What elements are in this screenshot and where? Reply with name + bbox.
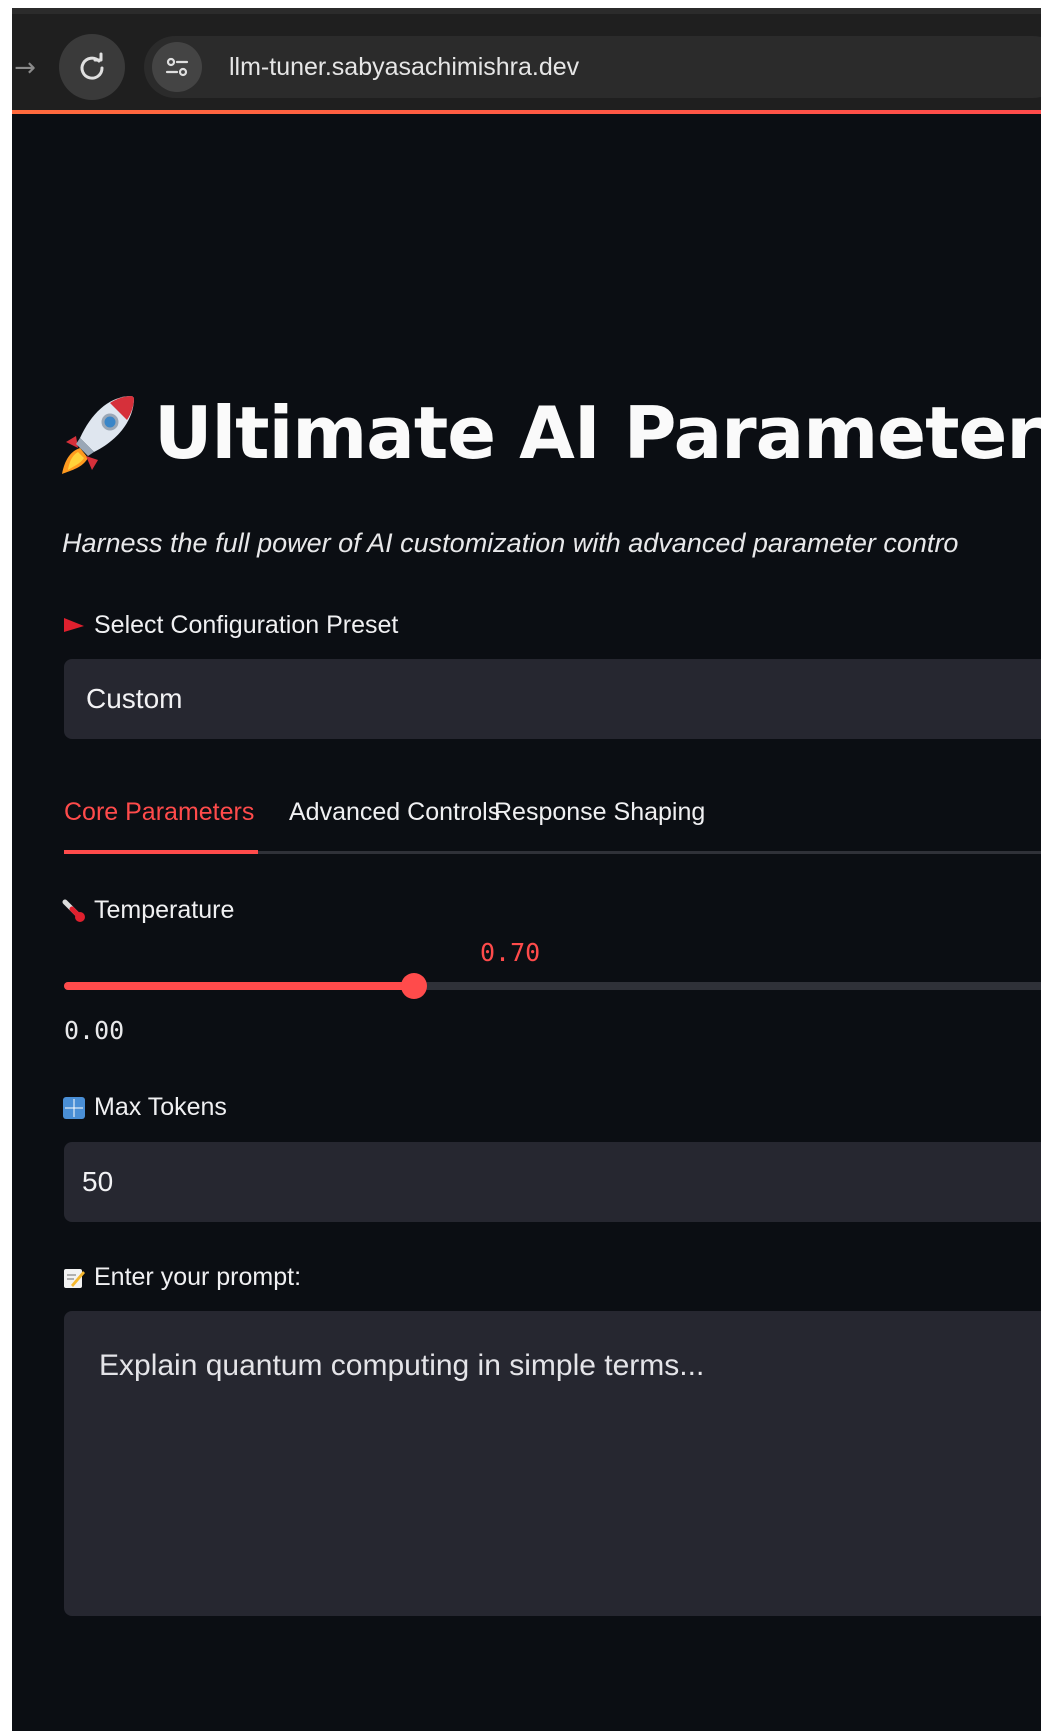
address-bar[interactable]: llm-tuner.sabyasachimishra.dev <box>144 36 1041 98</box>
tune-icon <box>165 57 189 77</box>
prompt-label-text: Enter your prompt: <box>94 1263 302 1291</box>
header-accent-line <box>12 110 1041 114</box>
page-title: Ultimate AI Parameter <box>58 383 1041 483</box>
temperature-slider-fill <box>64 982 414 990</box>
page-subtitle: Harness the full power of AI customizati… <box>62 528 959 558</box>
preset-label-text: Select Configuration Preset <box>94 611 399 639</box>
prompt-textarea[interactable]: Explain quantum computing in simple term… <box>64 1311 1041 1616</box>
tab-core-parameters[interactable]: Core Parameters <box>64 784 254 844</box>
tab-bar: Core Parameters Advanced Controls Respon… <box>64 784 1041 856</box>
active-tab-indicator <box>64 850 258 854</box>
red-flag-icon <box>64 617 84 632</box>
prompt-label: Enter your prompt: <box>62 1263 301 1292</box>
forward-arrow-icon[interactable]: → <box>12 48 38 88</box>
max-tokens-label-text: Max Tokens <box>94 1093 227 1121</box>
numbers-icon <box>63 1096 85 1119</box>
temperature-slider-thumb[interactable] <box>401 973 427 999</box>
memo-icon <box>64 1268 85 1288</box>
browser-toolbar: → llm-tuner.sabyasachimishra.dev <box>12 8 1041 110</box>
max-tokens-label: Max Tokens <box>62 1093 227 1122</box>
reload-icon <box>80 52 104 80</box>
temperature-min-label: 0.00 <box>64 1016 125 1045</box>
temperature-label: Temperature <box>62 896 234 925</box>
max-tokens-input[interactable]: 50 <box>64 1142 1041 1222</box>
temperature-value: 0.70 <box>480 938 541 967</box>
preset-select[interactable]: Custom <box>64 659 1041 739</box>
page-title-text: Ultimate AI Parameter <box>154 391 1041 475</box>
screenshot-frame: → llm-tuner.sabyasachimishra.dev Ultimat… <box>0 0 1041 1731</box>
reload-button[interactable] <box>59 34 125 100</box>
tab-advanced-controls[interactable]: Advanced Controls <box>289 784 500 844</box>
temperature-label-text: Temperature <box>94 896 235 924</box>
tab-response-shaping[interactable]: Response Shaping <box>494 784 705 844</box>
rocket-icon <box>62 396 134 474</box>
preset-select-value[interactable]: Custom <box>86 659 182 739</box>
thermometer-icon <box>62 899 85 922</box>
preset-label: Select Configuration Preset <box>62 611 398 640</box>
url-text[interactable]: llm-tuner.sabyasachimishra.dev <box>229 36 579 98</box>
temperature-slider[interactable] <box>64 973 1041 999</box>
site-info-button[interactable] <box>152 42 202 92</box>
prompt-placeholder[interactable]: Explain quantum computing in simple term… <box>99 1349 704 1383</box>
max-tokens-value[interactable]: 50 <box>82 1142 113 1222</box>
browser-window: → llm-tuner.sabyasachimishra.dev Ultimat… <box>12 8 1041 1731</box>
